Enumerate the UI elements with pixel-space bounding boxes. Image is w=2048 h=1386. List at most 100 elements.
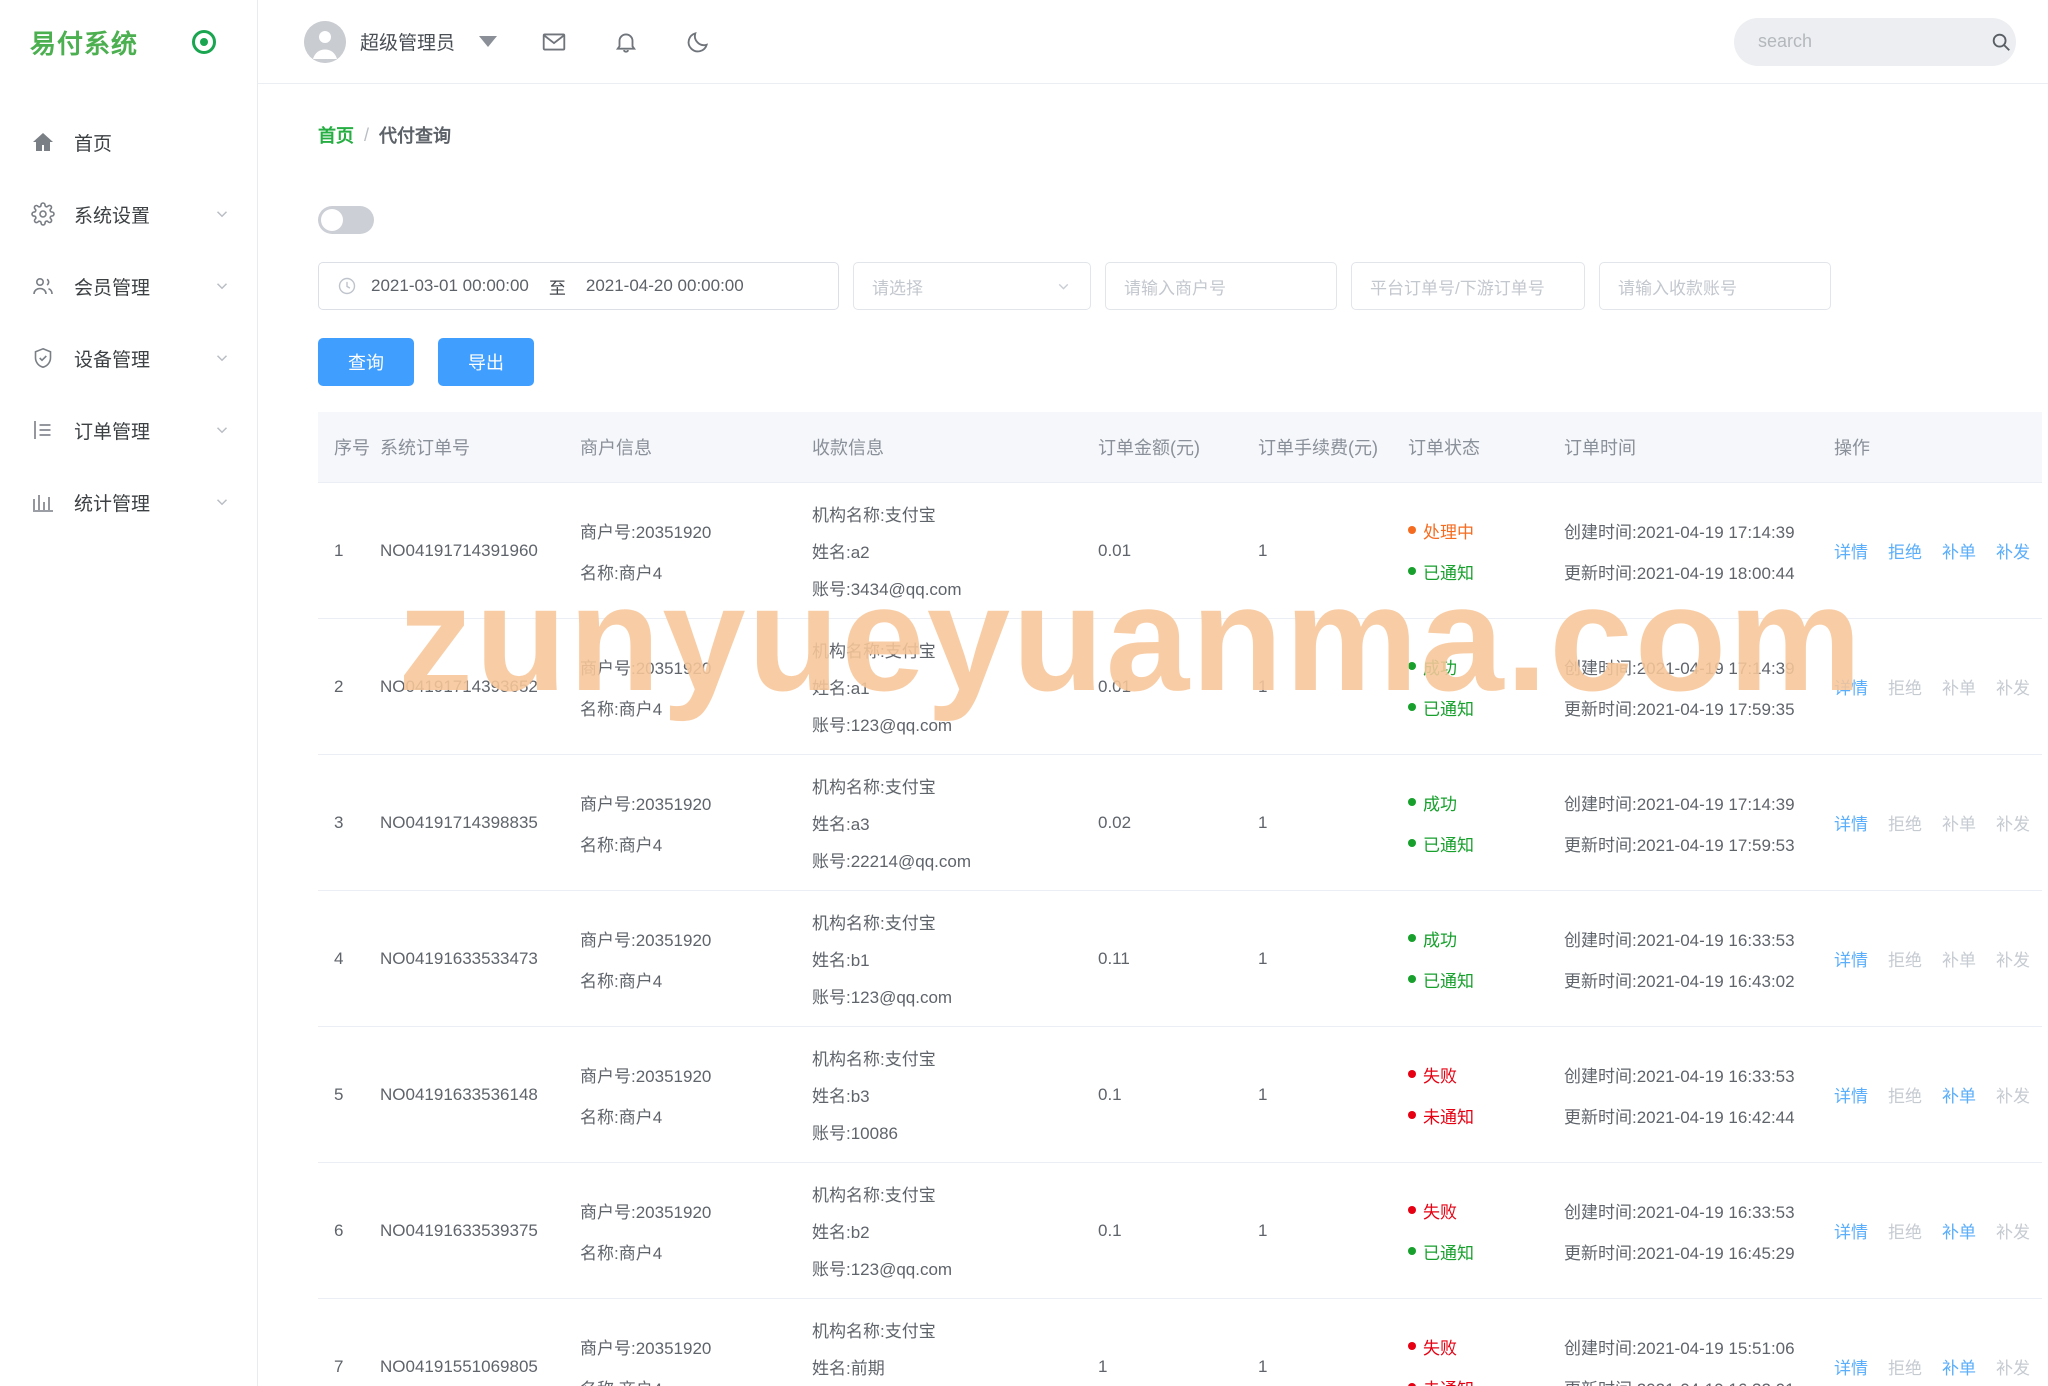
payee-account: 账号:123@qq.com bbox=[812, 988, 953, 1007]
op-1: 拒绝 bbox=[1888, 679, 1922, 698]
cell-operations: 详情 拒绝 补单 补发 bbox=[1834, 1298, 2042, 1386]
gear-icon bbox=[30, 201, 56, 227]
filter-toggle-switch[interactable] bbox=[318, 206, 374, 234]
col-order-no: 系统订单号 bbox=[380, 412, 580, 483]
topbar: 超级管理员 bbox=[258, 0, 2048, 84]
notify-badge: 已通知 bbox=[1408, 1239, 1564, 1264]
cell-payee: 机构名称:支付宝 姓名:b2 账号:123@qq.com bbox=[812, 1162, 1098, 1299]
op-3: 补发 bbox=[1996, 951, 2030, 970]
search-icon[interactable] bbox=[1990, 31, 2012, 53]
sidebar-item-statistics-management[interactable]: 统计管理 bbox=[0, 466, 257, 538]
cell-order-no: NO04191714398835 bbox=[380, 754, 580, 891]
chevron-down-icon bbox=[1055, 278, 1072, 295]
op-1: 拒绝 bbox=[1888, 1087, 1922, 1106]
col-status: 订单状态 bbox=[1408, 412, 1564, 483]
cell-order-no: NO04191633536148 bbox=[380, 1026, 580, 1163]
cell-fee: 1 bbox=[1258, 1298, 1408, 1386]
payee-account: 账号:10086 bbox=[812, 1124, 898, 1143]
op-3[interactable]: 补发 bbox=[1996, 538, 2030, 563]
cell-index: 7 bbox=[318, 1298, 380, 1386]
op-0[interactable]: 详情 bbox=[1834, 946, 1868, 971]
op-1: 拒绝 bbox=[1888, 1223, 1922, 1242]
col-payee: 收款信息 bbox=[812, 412, 1098, 483]
sidebar-item-label: 订单管理 bbox=[74, 421, 151, 443]
order-no-input[interactable]: 平台订单号/下游订单号 bbox=[1351, 262, 1585, 310]
payee-account: 账号:123@qq.com bbox=[812, 1260, 953, 1279]
cell-amount: 0.01 bbox=[1098, 618, 1258, 755]
sidebar-item-label: 首页 bbox=[74, 133, 113, 155]
payee-name: 姓名:b2 bbox=[812, 1223, 870, 1242]
cell-index: 5 bbox=[318, 1026, 380, 1163]
merchant-no: 商户号:20351920 bbox=[580, 522, 712, 542]
user-menu[interactable]: 超级管理员 bbox=[304, 20, 498, 63]
sidebar-item-device-management[interactable]: 设备管理 bbox=[0, 322, 257, 394]
bell-icon[interactable] bbox=[611, 27, 641, 57]
date-range-picker[interactable]: 2021-03-01 00:00:00 至 2021-04-20 00:00:0… bbox=[318, 262, 839, 310]
cell-payee: 机构名称:支付宝 姓名:a3 账号:22214@qq.com bbox=[812, 754, 1098, 891]
cell-time: 创建时间:2021-04-19 16:33:53 更新时间:2021-04-19 … bbox=[1564, 890, 1834, 1027]
op-0[interactable]: 详情 bbox=[1834, 538, 1868, 563]
org-name: 机构名称:支付宝 bbox=[812, 1050, 936, 1069]
breadcrumb-home[interactable]: 首页 bbox=[318, 122, 354, 148]
cell-status: 失败未通知 bbox=[1408, 1298, 1564, 1386]
merchant-no: 商户号:20351920 bbox=[580, 930, 712, 950]
op-1[interactable]: 拒绝 bbox=[1888, 538, 1922, 563]
payee-name: 姓名:a3 bbox=[812, 815, 870, 834]
op-2[interactable]: 补单 bbox=[1942, 1082, 1976, 1107]
row-operations: 详情 拒绝 补单 补发 bbox=[1834, 810, 2042, 835]
cell-order-no: NO04191714391960 bbox=[380, 482, 580, 619]
op-0[interactable]: 详情 bbox=[1834, 674, 1868, 699]
payee-account: 账号:22214@qq.com bbox=[812, 852, 972, 871]
caret-down-icon[interactable] bbox=[479, 36, 498, 47]
cell-merchant: 商户号:20351920 名称:商户4 bbox=[580, 618, 812, 755]
cell-operations: 详情 拒绝 补单 补发 bbox=[1834, 1162, 2042, 1299]
org-name: 机构名称:支付宝 bbox=[812, 1186, 936, 1205]
col-merchant: 商户信息 bbox=[580, 412, 812, 483]
op-3: 补发 bbox=[1996, 679, 2030, 698]
sidebar-item-system-settings[interactable]: 系统设置 bbox=[0, 178, 257, 250]
app-root: 易付系统 首页 系统设置 会员管理 设备管理 订单管理 统计管理 超级管理员 s… bbox=[0, 0, 2048, 1386]
brand[interactable]: 易付系统 bbox=[0, 0, 257, 84]
merchant-no-input[interactable]: 请输入商户号 bbox=[1105, 262, 1337, 310]
op-0[interactable]: 详情 bbox=[1834, 1218, 1868, 1243]
mail-icon[interactable] bbox=[539, 27, 569, 57]
status-select-placeholder: 请选择 bbox=[872, 278, 923, 298]
created-time: 创建时间:2021-04-19 16:33:53 bbox=[1564, 1202, 1795, 1222]
table-row: 2 NO04191714393652 商户号:20351920 名称:商户4 机构名称:… bbox=[318, 618, 2042, 755]
op-0[interactable]: 详情 bbox=[1834, 1354, 1868, 1379]
global-search[interactable] bbox=[1734, 17, 2016, 66]
op-2[interactable]: 补单 bbox=[1942, 1354, 1976, 1379]
chevron-down-icon bbox=[213, 421, 231, 439]
query-button[interactable]: 查询 bbox=[318, 338, 414, 386]
merchant-no: 商户号:20351920 bbox=[580, 1338, 712, 1358]
op-2[interactable]: 补单 bbox=[1942, 538, 1976, 563]
row-operations: 详情 拒绝 补单 补发 bbox=[1834, 1082, 2042, 1107]
brand-title: 易付系统 bbox=[30, 28, 139, 59]
sidebar-item-home[interactable]: 首页 bbox=[0, 106, 257, 178]
status-select[interactable]: 请选择 bbox=[853, 262, 1091, 310]
status-badge: 失败 bbox=[1408, 1334, 1564, 1359]
op-2[interactable]: 补单 bbox=[1942, 1218, 1976, 1243]
date-separator: 至 bbox=[548, 278, 566, 298]
sidebar-item-order-management[interactable]: 订单管理 bbox=[0, 394, 257, 466]
op-0[interactable]: 详情 bbox=[1834, 810, 1868, 835]
cell-merchant: 商户号:20351920 名称:商户4 bbox=[580, 890, 812, 1027]
sidebar-nav: 首页 系统设置 会员管理 设备管理 订单管理 统计管理 bbox=[0, 84, 257, 538]
status-badge: 成功 bbox=[1408, 654, 1564, 679]
col-operations: 操作 bbox=[1834, 412, 2042, 483]
row-operations: 详情 拒绝 补单 补发 bbox=[1834, 538, 2042, 563]
export-button[interactable]: 导出 bbox=[438, 338, 534, 386]
payee-account-input[interactable]: 请输入收款账号 bbox=[1599, 262, 1831, 310]
sidebar-item-member-management[interactable]: 会员管理 bbox=[0, 250, 257, 322]
created-time: 创建时间:2021-04-19 15:51:06 bbox=[1564, 1338, 1795, 1358]
cell-payee: 机构名称:支付宝 姓名:a1 账号:123@qq.com bbox=[812, 618, 1098, 755]
cell-merchant: 商户号:20351920 名称:商户4 bbox=[580, 754, 812, 891]
op-0[interactable]: 详情 bbox=[1834, 1082, 1868, 1107]
org-name: 机构名称:支付宝 bbox=[812, 506, 936, 525]
moon-icon[interactable] bbox=[683, 27, 713, 57]
notify-badge: 未通知 bbox=[1408, 1375, 1564, 1386]
sidebar-item-label: 统计管理 bbox=[74, 493, 151, 515]
sidebar-item-label: 设备管理 bbox=[74, 349, 151, 371]
home-icon bbox=[30, 129, 56, 155]
search-input[interactable] bbox=[1758, 31, 1990, 52]
